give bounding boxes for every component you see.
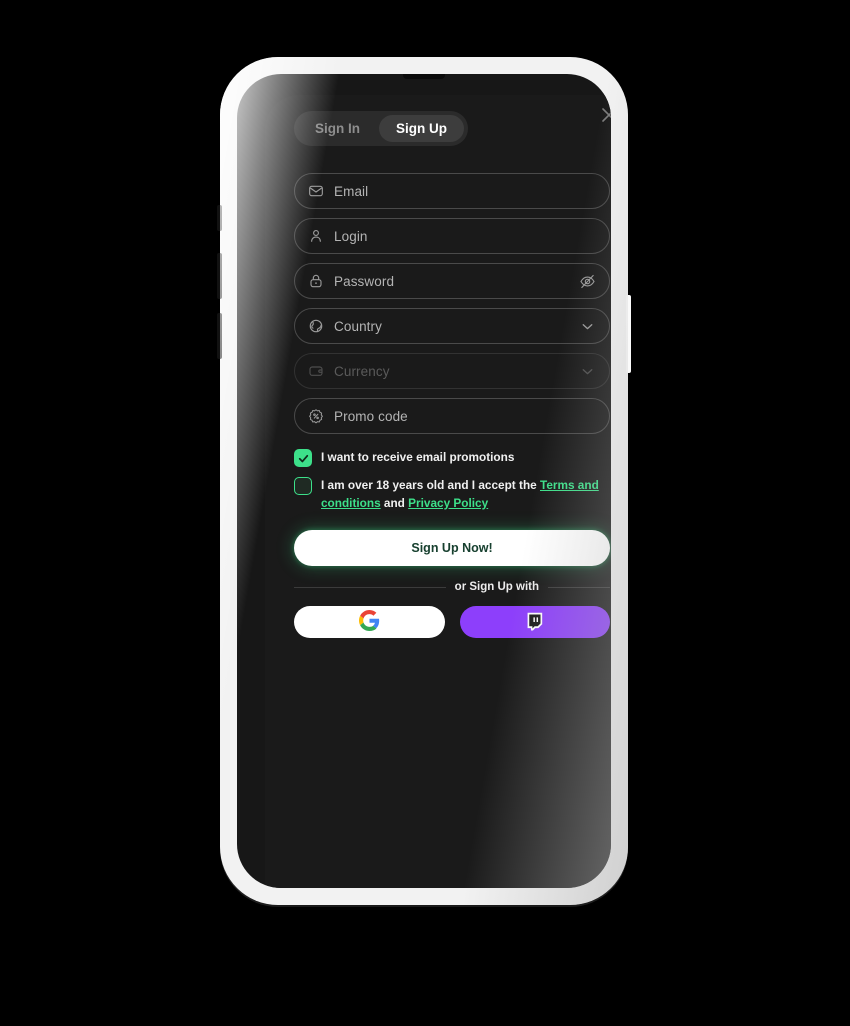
volume-down-button[interactable] (217, 313, 222, 359)
eye-off-icon[interactable] (579, 273, 596, 290)
user-icon (308, 228, 324, 244)
google-signup-button[interactable] (294, 606, 445, 638)
modal-header: Sign In Sign Up (294, 95, 611, 161)
currency-placeholder: Currency (334, 363, 390, 379)
submit-button-wrapper: Sign Up Now! (294, 530, 610, 566)
close-icon[interactable] (597, 103, 611, 127)
divider-line-right (548, 586, 610, 588)
age-terms-text-before: I am over 18 years old and I accept the (321, 478, 540, 492)
age-terms-text-middle: and (380, 496, 409, 510)
email-promotions-checkbox[interactable] (294, 449, 312, 467)
country-field[interactable]: Country (294, 308, 610, 344)
login-field[interactable]: Login (294, 218, 610, 254)
social-divider: or Sign Up with (294, 581, 610, 593)
twitch-signup-button[interactable] (459, 606, 610, 638)
envelope-icon (308, 183, 324, 199)
divider-label: or Sign Up with (454, 581, 539, 593)
phone-frame: Sign In Sign Up Email Login Password Cou… (217, 57, 631, 905)
promo-code-placeholder: Promo code (334, 408, 408, 424)
mute-switch-button[interactable] (217, 205, 222, 231)
divider-line-left (294, 586, 446, 588)
google-icon (358, 610, 380, 634)
email-placeholder: Email (334, 183, 369, 199)
tab-sign-in[interactable]: Sign In (298, 115, 377, 142)
volume-up-button[interactable] (217, 253, 222, 299)
twitch-icon (525, 612, 544, 632)
age-terms-row: I am over 18 years old and I accept the … (294, 476, 610, 512)
chevron-down-icon[interactable] (579, 318, 596, 335)
currency-field[interactable]: Currency (294, 353, 610, 389)
tab-sign-up[interactable]: Sign Up (379, 114, 464, 142)
email-field[interactable]: Email (294, 173, 610, 209)
phone-screen: Sign In Sign Up Email Login Password Cou… (237, 74, 611, 888)
password-field[interactable]: Password (294, 263, 610, 299)
age-terms-checkbox[interactable] (294, 477, 312, 495)
sign-up-now-button[interactable]: Sign Up Now! (294, 530, 610, 566)
earpiece-notch (403, 74, 445, 79)
age-terms-label: I am over 18 years old and I accept the … (321, 476, 610, 512)
privacy-policy-link[interactable]: Privacy Policy (408, 496, 488, 510)
auth-tab-group: Sign In Sign Up (294, 110, 468, 146)
consent-checkboxes: I want to receive email promotions I am … (294, 448, 610, 512)
social-login-buttons (294, 606, 610, 638)
lock-icon (308, 273, 324, 289)
power-button[interactable] (626, 295, 631, 373)
login-placeholder: Login (334, 228, 368, 244)
promo-code-field[interactable]: Promo code (294, 398, 610, 434)
signup-modal: Sign In Sign Up Email Login Password Cou… (265, 95, 611, 888)
discount-badge-icon (308, 408, 324, 424)
signup-form-fields: Email Login Password Country Currency Pr… (294, 173, 610, 434)
password-placeholder: Password (334, 273, 395, 289)
email-promotions-label: I want to receive email promotions (321, 450, 515, 464)
chevron-down-icon[interactable] (579, 363, 596, 380)
email-promotions-row: I want to receive email promotions (294, 448, 610, 467)
globe-icon (308, 318, 324, 334)
country-placeholder: Country (334, 318, 382, 334)
wallet-icon (308, 363, 324, 379)
